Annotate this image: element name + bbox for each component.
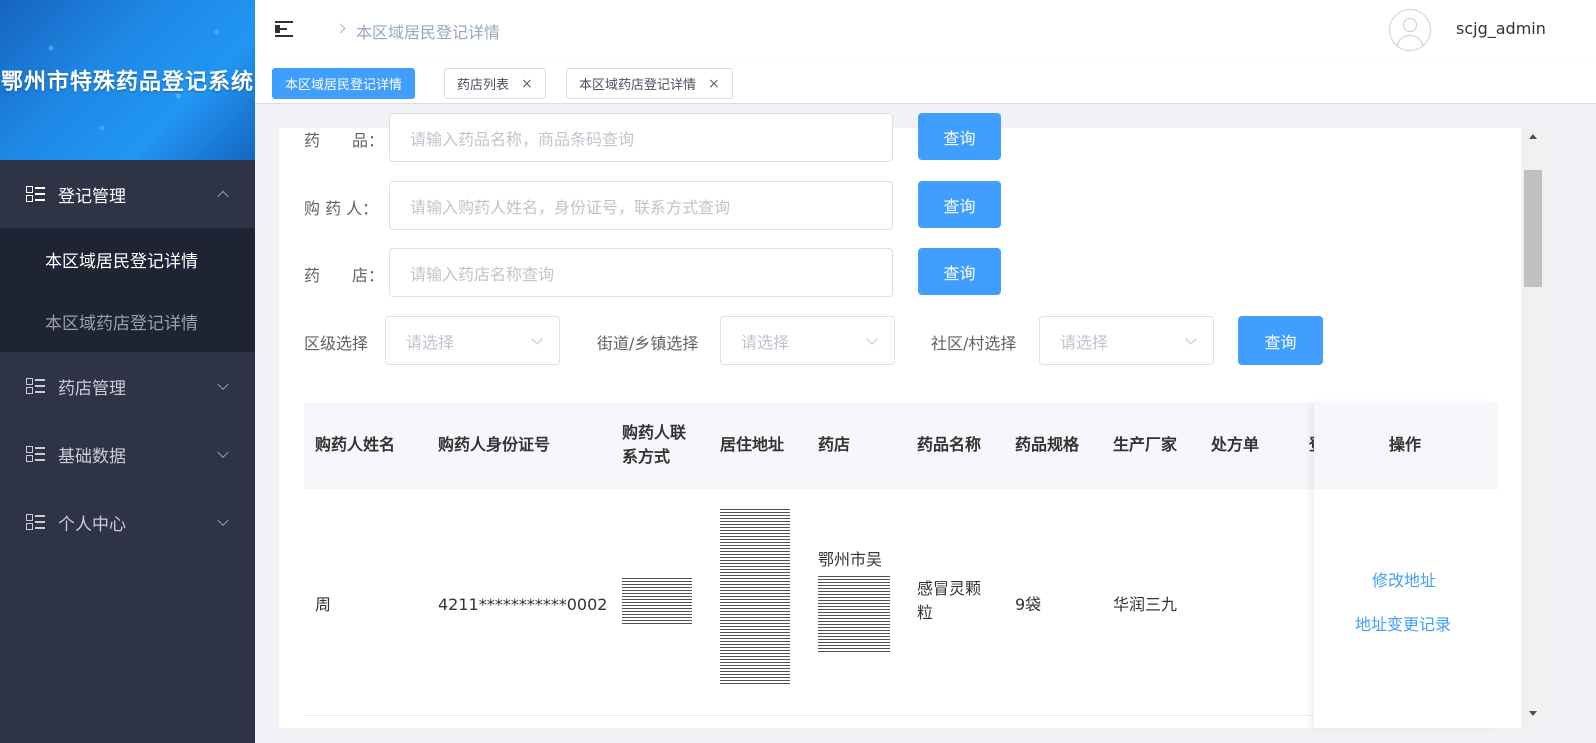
operation-column: 操作 修改地址 地址变更记录 <box>1314 403 1498 728</box>
sidebar-item-label: 药店管理 <box>58 378 126 399</box>
district-select[interactable]: 请选择 <box>385 316 560 365</box>
column-header[interactable]: 药品名称 <box>917 433 981 457</box>
cell-spec: 9袋 <box>1015 595 1042 614</box>
column-header[interactable]: 居住地址 <box>720 433 784 457</box>
cell-store: 鄂州市吴 <box>818 550 883 569</box>
app-logo: 鄂州市特殊药品登记系统 <box>0 0 255 160</box>
street-select[interactable]: 请选择 <box>720 316 895 365</box>
chevron-down-icon <box>217 446 229 459</box>
district-label: 区级选择 <box>304 334 369 353</box>
scrollbar-thumb[interactable] <box>1524 170 1542 287</box>
chevron-down-icon <box>866 333 878 345</box>
buyer-search-input[interactable]: 请输入购药人姓名，身份证号，联系方式查询 <box>389 181 893 230</box>
buyer-search-button[interactable]: 查询 <box>918 181 1001 228</box>
sidebar-subitem-pharmacy-details[interactable]: 本区域药店登记详情 <box>0 290 255 352</box>
tag-pharmacy-details[interactable]: 本区域药店登记详情 × <box>566 68 733 99</box>
sidebar-subitem-resident-details[interactable]: 本区域居民登记详情 <box>0 228 255 290</box>
app-title: 鄂州市特殊药品登记系统 <box>0 70 254 95</box>
chevron-down-icon <box>1185 333 1197 345</box>
column-header[interactable]: 药店 <box>818 433 850 457</box>
edit-address-link[interactable]: 修改地址 <box>1372 567 1436 591</box>
cell-id-number: 4211***********0002 <box>438 595 608 614</box>
select-placeholder: 请选择 <box>406 332 455 352</box>
sidebar-item-profile[interactable]: 个人中心 <box>0 488 255 556</box>
column-header: 操作 <box>1389 435 1422 454</box>
column-header[interactable]: 药品规格 <box>1015 433 1079 457</box>
tag-label: 药店列表 <box>457 78 510 93</box>
list-icon <box>26 445 46 463</box>
tag-pharmacy-list[interactable]: 药店列表 × <box>444 68 546 99</box>
drug-search-input[interactable]: 请输入药品名称，商品条码查询 <box>389 113 893 162</box>
store-search-button[interactable]: 查询 <box>918 248 1001 295</box>
column-header[interactable]: 处方单 <box>1211 433 1259 457</box>
username[interactable]: scjg_admin <box>1456 19 1546 38</box>
column-header[interactable]: 购药人身份证号 <box>438 433 550 457</box>
sidebar-item-pharmacy[interactable]: 药店管理 <box>0 352 255 420</box>
sidebar-item-basic-data[interactable]: 基础数据 <box>0 420 255 488</box>
close-icon[interactable]: × <box>708 76 720 92</box>
tag-label: 本区域居民登记详情 <box>285 78 403 93</box>
chevron-down-icon <box>217 514 229 527</box>
scroll-down-arrow-icon[interactable] <box>1529 711 1537 716</box>
top-header: 本区域居民登记详情 scjg_admin <box>255 0 1596 60</box>
cell-name: 周 <box>315 595 332 614</box>
chevron-right-icon <box>335 23 346 34</box>
tag-label: 本区域药店登记详情 <box>579 78 697 93</box>
menu-toggle-icon[interactable] <box>275 20 295 38</box>
sidebar-menu: 登记管理 本区域居民登记详情 本区域药店登记详情 药店管理 基础数据 个人中心 <box>0 160 255 556</box>
store-label: 药 店： <box>304 266 385 285</box>
tag-resident-details[interactable]: 本区域居民登记详情 <box>272 68 416 99</box>
cell-manufacturer: 华润三九 <box>1113 595 1178 614</box>
drug-search-button[interactable]: 查询 <box>918 113 1001 160</box>
chevron-down-icon <box>531 333 543 345</box>
select-placeholder: 请选择 <box>741 332 790 352</box>
list-icon <box>26 185 46 203</box>
sidebar-item-registration[interactable]: 登记管理 <box>0 160 255 228</box>
scroll-up-arrow-icon[interactable] <box>1529 134 1537 139</box>
chevron-up-icon <box>217 190 229 203</box>
cell-store-redacted <box>818 574 890 652</box>
list-icon <box>26 377 46 395</box>
community-select[interactable]: 请选择 <box>1039 316 1214 365</box>
region-search-button[interactable]: 查询 <box>1238 316 1323 365</box>
cell-drug-name: 感冒灵颗粒 <box>917 579 982 622</box>
select-placeholder: 请选择 <box>1060 332 1109 352</box>
submenu-registration: 本区域居民登记详情 本区域药店登记详情 <box>0 228 255 352</box>
drug-label: 药 品： <box>304 131 385 150</box>
buyer-label: 购 药 人： <box>304 199 379 218</box>
street-label: 街道/乡镇选择 <box>597 334 699 353</box>
community-label: 社区/村选择 <box>931 334 1017 353</box>
tags-view: 本区域居民登记详情 药店列表 × 本区域药店登记详情 × <box>255 60 1596 104</box>
sidebar-item-label: 基础数据 <box>58 446 126 467</box>
cell-phone-redacted <box>622 578 692 624</box>
cell-address-redacted <box>720 508 790 684</box>
column-header[interactable]: 生产厂家 <box>1113 433 1177 457</box>
breadcrumb: 本区域居民登记详情 <box>356 23 501 42</box>
sidebar-item-label: 个人中心 <box>58 514 126 535</box>
close-icon[interactable]: × <box>521 76 533 92</box>
address-history-link[interactable]: 地址变更记录 <box>1355 611 1451 635</box>
chevron-down-icon <box>217 378 229 391</box>
store-search-input[interactable]: 请输入药店名称查询 <box>389 248 893 297</box>
sidebar-item-label: 登记管理 <box>58 186 126 207</box>
avatar[interactable] <box>1389 9 1431 51</box>
column-header[interactable]: 购药人姓名 <box>315 433 395 457</box>
column-header[interactable]: 购药人联系方式 <box>622 421 700 469</box>
list-icon <box>26 513 46 531</box>
sidebar: 鄂州市特殊药品登记系统 登记管理 本区域居民登记详情 本区域药店登记详情 药店管… <box>0 0 255 743</box>
